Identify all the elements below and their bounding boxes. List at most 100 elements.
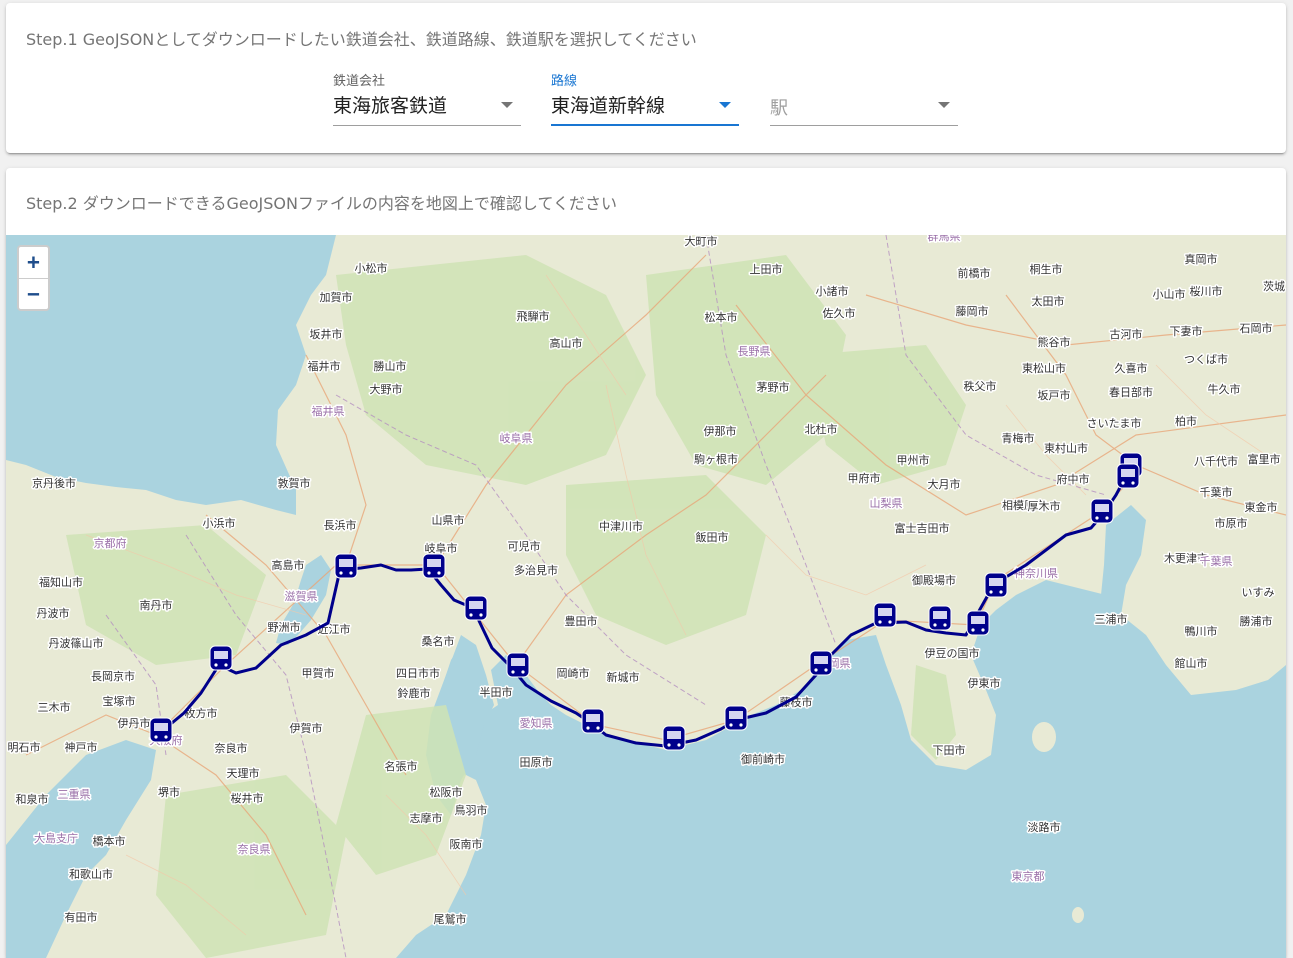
city-label: 三重県 [58,787,91,801]
city-label: 飛騨市 [517,309,550,323]
line-select[interactable]: 路線 東海道新幹線 [551,67,739,127]
city-label: 松阪市 [430,785,463,799]
city-label: 中津川市 [599,519,643,533]
city-label: 田原市 [520,755,553,769]
city-label: 茅野市 [757,380,790,394]
city-label: 東金市 [1245,500,1278,514]
izu-oshima-island [1032,722,1056,752]
city-label: 柏市 [1175,414,1197,428]
city-label: 北杜市 [805,422,838,436]
station-marker-icon[interactable]: 名古屋 [464,595,488,621]
city-label: 桑名市 [422,634,455,648]
station-marker-icon[interactable]: 三河安城 [506,652,530,678]
city-label: 館山市 [1175,656,1208,670]
station-marker-icon[interactable]: 新富士 [873,602,897,628]
city-label: 春日部市 [1109,385,1153,399]
city-label: 富里市 [1248,452,1281,466]
city-label: 松本市 [705,310,738,324]
city-label: 橋本市 [93,834,126,848]
station-marker-icon[interactable]: 小田原 [984,572,1008,598]
city-label: 長岡京市 [91,669,135,683]
city-label: 桜井市 [231,791,264,805]
city-label: 岐阜県 [500,432,533,445]
city-label: 御前崎市 [741,752,785,766]
dropdown-arrow-icon[interactable] [938,102,950,108]
city-label: 志摩市 [410,811,443,825]
city-label: 三浦市 [1095,612,1128,626]
city-label: 群馬県 [928,235,961,243]
city-label: 真岡市 [1185,252,1218,266]
city-label: 太田市 [1032,294,1065,308]
city-label: 山梨県 [870,496,903,510]
station-marker-icon[interactable]: 新大阪 [149,717,173,743]
city-label: 長野県 [738,345,771,358]
station-marker-icon[interactable]: 品川 [1116,463,1140,489]
city-label: 奈良市 [215,741,248,755]
city-label: 滋賀県 [285,590,318,603]
step1-card: Step.1 GeoJSONとしてダウンロードしたい鉄道会社、鉄道路線、鉄道駅を… [6,3,1286,153]
station-marker-icon[interactable]: 三島 [928,605,952,631]
sea-area [6,235,336,515]
station-select[interactable]: 駅 [770,67,958,127]
station-marker-icon[interactable]: 浜松 [662,725,686,751]
city-label: 南丹市 [140,598,173,612]
city-label: 駒ヶ根市 [694,452,738,466]
city-label: 佐久市 [823,306,856,320]
map-canvas[interactable]: 大町市 群馬県小松市 上田市 前橋市 桐生市 真岡市加賀市 小諸市太田市 茨城飛騨市 佐久市 藤岡… [6,235,1286,958]
city-label: 丹波篠山市 [49,636,104,650]
station-marker-icon[interactable]: 米原 [334,553,358,579]
station-marker-icon[interactable]: 熱海 [966,610,990,636]
dropdown-arrow-icon[interactable] [719,102,731,108]
station-marker-icon[interactable]: 新横浜 [1090,498,1114,524]
city-label: 下田市 [933,743,966,757]
city-label: 尾鷲市 [434,912,467,926]
city-label: いすみ [1242,586,1275,599]
city-label: 鴨川市 [1185,624,1218,638]
city-label: 御殿場市 [912,573,956,587]
island [1072,907,1084,923]
city-label: 高山市 [550,336,583,350]
city-label: 藤岡市 [956,304,989,318]
city-label: 明石市 [8,740,41,754]
city-label: 神戸市 [65,740,98,754]
city-label: 熊谷市 [1038,335,1071,349]
station-marker-icon[interactable]: 京都 [209,645,233,671]
city-label: さいたま市 [1087,416,1142,430]
city-label: 奈良県 [238,842,271,856]
city-label: 可児市 [508,539,541,553]
company-select-label: 鉄道会社 [333,74,386,89]
station-marker-icon[interactable]: 静岡 [809,650,833,676]
city-label: 茨城 [1263,279,1285,293]
city-label: 八千代市 [1194,454,1238,468]
city-label: 大野市 [370,382,403,396]
city-label: 伊丹市 [118,716,151,730]
city-label: 岡崎市 [557,666,590,680]
station-marker-icon[interactable]: 岐阜羽島 [422,553,446,579]
city-label: 阪南市 [450,837,483,851]
company-select[interactable]: 鉄道会社 東海旅客鉄道 [333,67,521,127]
company-select-value: 東海旅客鉄道 [333,95,448,117]
zoom-in-button[interactable]: + [19,247,48,279]
city-label: 天理市 [227,766,260,780]
city-label: 鳥羽市 [455,803,488,817]
map-view[interactable]: 大町市 群馬県 小松市 上田市 前橋市 桐生市 真岡市 加賀市 小諸市 太田市 茨城 飛騨市 佐久市 藤岡… [6,235,1286,958]
select-underline [333,125,521,126]
city-label: 東村山市 [1044,441,1088,455]
city-label: 大月市 [928,477,961,491]
dropdown-arrow-icon[interactable] [501,102,513,108]
zoom-out-button[interactable]: − [19,279,48,310]
city-label: 東京都 [1012,869,1045,883]
city-label: 高島市 [272,558,305,572]
city-label: 小浜市 [203,516,236,530]
city-label: 淡路市 [1028,820,1061,834]
city-label: 長浜市 [324,518,357,532]
city-label: 多治見市 [514,563,558,577]
city-label: 牛久市 [1208,382,1241,396]
station-marker-icon[interactable]: 豊橋 [581,708,605,734]
city-label: 岐阜市 [425,541,458,555]
station-marker-icon[interactable]: 掛川 [724,705,748,731]
city-label: 市原市 [1215,516,1248,530]
city-label: 鈴鹿市 [398,686,431,700]
city-label: 伊豆の国市 [925,646,980,660]
city-label: 山県市 [432,513,465,527]
